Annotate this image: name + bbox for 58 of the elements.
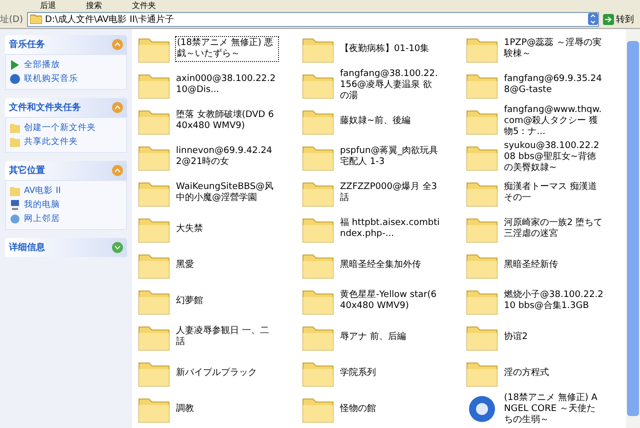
toolbar-button[interactable]: 后退 — [40, 0, 56, 10]
folder-icon — [10, 186, 20, 196]
file-item[interactable]: (18禁アニメ 無修正) ANGEL CORE ～天使たちの生弱～ — [466, 391, 626, 427]
file-item[interactable]: 学院系列 — [302, 355, 462, 391]
file-item[interactable]: 幻夢館 — [138, 283, 298, 319]
file-item[interactable]: fangfang@38.100.22.156@凌辱人妻温泉 欲の湯 — [302, 67, 462, 103]
scrollbar[interactable] — [626, 29, 640, 428]
file-item[interactable]: 1PZP@蕊蕊 ～淫辱の実験棟～ — [466, 31, 626, 67]
play-icon — [10, 60, 20, 70]
file-item[interactable]: 藤奴隷~前、後編 — [302, 103, 462, 139]
file-item[interactable]: 河原崎家の一族2 堕ちて三淫虐の迷宮 — [466, 211, 626, 247]
file-item[interactable]: 黑暗圣经全集加外传 — [302, 247, 462, 283]
file-item[interactable]: 怪物の館 — [302, 391, 462, 427]
file-item[interactable]: 淫の方程式 — [466, 355, 626, 391]
file-item[interactable]: 协谊2 — [466, 319, 626, 355]
file-item[interactable]: (18禁アニメ 無修正) 悪戯～いたずら～ — [138, 31, 298, 67]
file-item[interactable]: 堕落 女教師破壊(DVD 640x480 WMV9) — [138, 103, 298, 139]
toolbar-button[interactable]: 搜索 — [86, 0, 102, 10]
folder-icon — [30, 14, 42, 24]
file-item[interactable]: 【夜勤病栋】01-10集 — [302, 31, 462, 67]
file-item[interactable]: 黑愛 — [138, 247, 298, 283]
file-item[interactable]: WaiKeungSiteBBS@风中的小魔@淫營学園 — [138, 175, 298, 211]
panel-header[interactable]: 其它位置 — [5, 161, 127, 180]
file-item[interactable]: 燃烧小子@38.100.22.210 bbs@合集1.3GB — [466, 283, 626, 319]
file-item[interactable]: 辱アナ 前、后編 — [302, 319, 462, 355]
task-link[interactable]: 全部播放 — [10, 59, 122, 71]
media-file-icon — [466, 395, 498, 423]
file-item[interactable]: 人妻凌辱参観日 一、二話 — [138, 319, 298, 355]
file-item[interactable]: 福 httpbt.aisex.combtindex.php-... — [302, 211, 462, 247]
file-item[interactable]: ZZFZZP000@爆月 全3話 — [302, 175, 462, 211]
file-item[interactable]: 調教 — [138, 391, 298, 427]
file-item[interactable]: linnevon@69.9.42.242@21時の女 — [138, 139, 298, 175]
file-item[interactable]: pspfun@蒋翼_肉欲玩具宅配人 1-3 — [302, 139, 462, 175]
panel-header[interactable]: 文件和文件夹任务 — [5, 98, 127, 117]
task-link[interactable]: 网上邻居 — [10, 213, 122, 225]
file-item[interactable]: 痴漢者トーマス 痴漢道その一 — [466, 175, 626, 211]
file-item[interactable]: fangfang@69.9.35.248@G-taste — [466, 67, 626, 103]
go-button[interactable]: 转到 — [603, 12, 640, 26]
file-item[interactable]: 大失禁 — [138, 211, 298, 247]
file-item[interactable]: 新バイブルブラック — [138, 355, 298, 391]
panel-header[interactable]: 详细信息 — [5, 238, 127, 257]
toolbar-button[interactable]: 文件夹 — [132, 0, 156, 10]
address-label: 址(D) — [0, 14, 23, 26]
task-link[interactable]: 共享此文件夹 — [10, 136, 122, 148]
file-item[interactable]: 黄色星星-Yellow star(640x480 WMV9) — [302, 283, 462, 319]
computer-icon — [10, 200, 20, 210]
file-item[interactable]: axin000@38.100.22.210@Dis... — [138, 67, 298, 103]
task-link[interactable]: AV电影 II — [10, 185, 122, 197]
panel-header[interactable]: 音乐任务 — [5, 35, 127, 54]
file-item[interactable]: 黑暗圣经新传 — [466, 247, 626, 283]
file-item[interactable]: fangfang@www.thqw.com@殺人タクシー 獲物5：ナ... — [466, 103, 626, 139]
arrow-icon — [603, 14, 614, 24]
task-link[interactable]: 联机购买音乐 — [10, 73, 122, 85]
task-link[interactable]: 创建一个新文件夹 — [10, 122, 122, 134]
address-field[interactable]: D:\成人文件\AV电影 II\卡通片子 — [26, 12, 599, 26]
task-link[interactable]: 我的电脑 — [10, 199, 122, 211]
file-item[interactable]: syukou@38.100.22.208 bbs@聖肛女~背徳の美臀奴隷~ — [466, 139, 626, 175]
dropdown-icon — [588, 13, 598, 25]
